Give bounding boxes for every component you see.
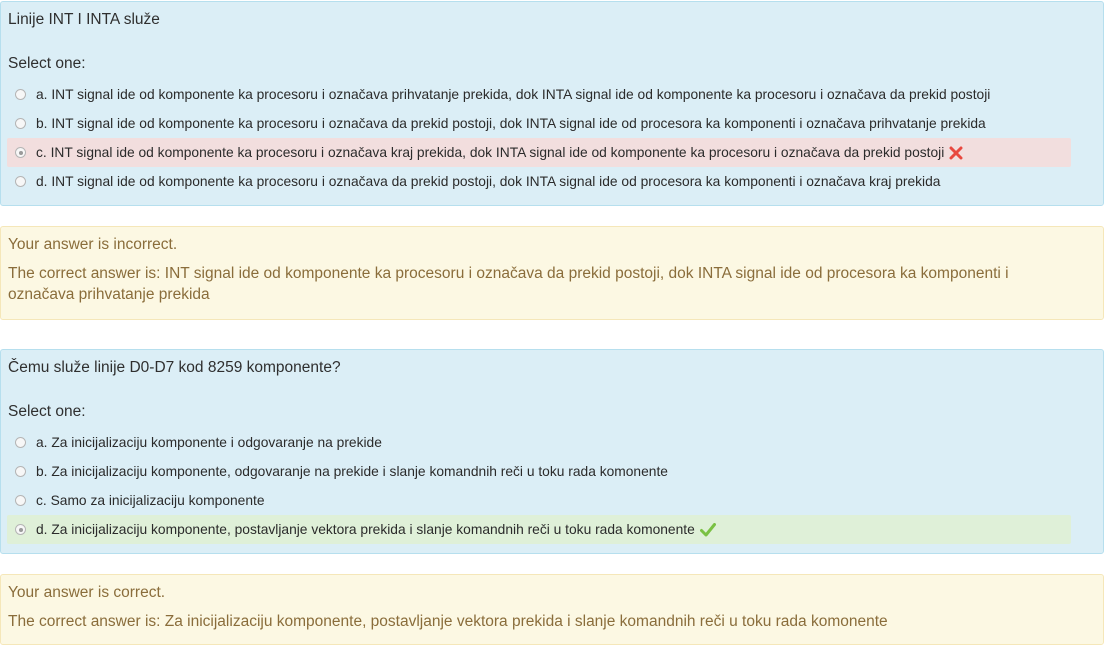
radio-button[interactable] — [15, 437, 26, 448]
answer-option-a[interactable]: a. Za inicijalizaciju komponente i odgov… — [7, 428, 1071, 457]
answer-label: c. INT signal ide od komponente ka proce… — [36, 145, 945, 160]
answer-option-d[interactable]: d. INT signal ide od komponente ka proce… — [7, 167, 1071, 196]
feedback-1-panel: Your answer is incorrect. The correct an… — [0, 226, 1104, 320]
cross-icon — [949, 146, 963, 160]
select-one-prompt: Select one: — [8, 55, 86, 72]
answer-label: a. Za inicijalizaciju komponente i odgov… — [36, 435, 382, 450]
answer-list: a. INT signal ide od komponente ka proce… — [7, 80, 1071, 196]
radio-button-selected[interactable] — [15, 147, 26, 158]
answer-option-d[interactable]: d. Za inicijalizaciju komponente, postav… — [7, 515, 1071, 544]
answer-label: c. Samo za inicijalizaciju komponente — [36, 493, 265, 508]
correct-answer-text: The correct answer is: Za inicijalizacij… — [8, 613, 888, 630]
answer-label: d. Za inicijalizaciju komponente, postav… — [36, 522, 695, 537]
answer-status: Your answer is correct. — [8, 584, 166, 601]
correct-answer-text: The correct answer is: INT signal ide od… — [8, 265, 1009, 303]
check-icon — [699, 522, 716, 537]
radio-button[interactable] — [15, 89, 26, 100]
answer-list: a. Za inicijalizaciju komponente i odgov… — [7, 428, 1071, 544]
radio-button[interactable] — [15, 176, 26, 187]
answer-option-b[interactable]: b. Za inicijalizaciju komponente, odgova… — [7, 457, 1071, 486]
answer-status: Your answer is incorrect. — [8, 236, 178, 253]
answer-option-c[interactable]: c. INT signal ide od komponente ka proce… — [7, 138, 1071, 167]
answer-label: d. INT signal ide od komponente ka proce… — [36, 174, 941, 189]
radio-button[interactable] — [15, 118, 26, 129]
answer-option-b[interactable]: b. INT signal ide od komponente ka proce… — [7, 109, 1071, 138]
answer-label: a. INT signal ide od komponente ka proce… — [36, 87, 991, 102]
radio-button[interactable] — [15, 466, 26, 477]
answer-label: b. INT signal ide od komponente ka proce… — [36, 116, 986, 131]
answer-option-a[interactable]: a. INT signal ide od komponente ka proce… — [7, 80, 1071, 109]
answer-option-c[interactable]: c. Samo za inicijalizaciju komponente — [7, 486, 1071, 515]
select-one-prompt: Select one: — [8, 403, 86, 420]
question-2-panel: Čemu služe linije D0-D7 kod 8259 kompone… — [0, 349, 1104, 554]
radio-button[interactable] — [15, 495, 26, 506]
feedback-2-panel: Your answer is correct. The correct answ… — [0, 574, 1104, 645]
radio-button-selected[interactable] — [15, 524, 26, 535]
question-text: Linije INT I INTA služe — [8, 11, 160, 28]
question-text: Čemu služe linije D0-D7 kod 8259 kompone… — [8, 359, 341, 376]
question-1-panel: Linije INT I INTA služe Select one: a. I… — [0, 1, 1104, 206]
answer-label: b. Za inicijalizaciju komponente, odgova… — [36, 464, 668, 479]
